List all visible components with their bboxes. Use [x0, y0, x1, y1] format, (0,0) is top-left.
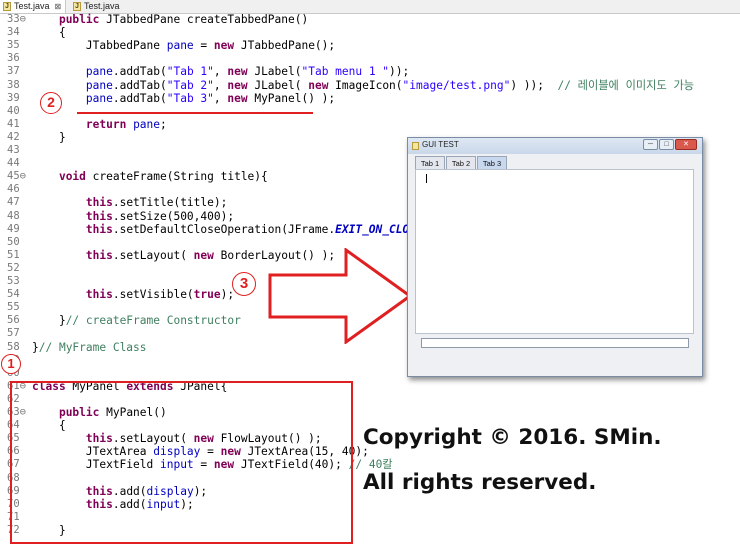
code-text: void createFrame(String title){ [58, 170, 268, 184]
code-text: JTabbedPane pane = new JTabbedPane(); [32, 39, 336, 53]
code-text: this.setSize(500,400); [85, 209, 235, 223]
editor-tab-label: Test.java [84, 1, 120, 11]
java-file-icon: J [73, 2, 81, 11]
code-text: this.setDefaultCloseOperation(JFrame.EXI… [85, 222, 436, 236]
line-number: 47 [7, 196, 20, 209]
code-text: } [32, 130, 66, 144]
line-number: 45⊖ [7, 170, 26, 183]
annotation-marker-3: 3 [232, 272, 256, 296]
line-number: 54 [7, 288, 20, 301]
line-number: 43 [7, 144, 20, 156]
tab-1[interactable]: Tab 1 [415, 156, 445, 169]
code-text: }// createFrame Constructor [32, 314, 241, 328]
right-arrow-annotation [268, 248, 413, 344]
code-text: this.setTitle(title); [85, 196, 228, 210]
line-number: 51 [7, 248, 20, 261]
line-number: 33⊖ [7, 13, 26, 25]
tab-3-selected[interactable]: Tab 3 [477, 156, 507, 169]
code-text: pane.addTab("Tab 3", new MyPanel() ); [85, 91, 336, 105]
line-number: 37 [7, 65, 20, 78]
java-app-icon [412, 142, 419, 150]
editor-tab-test-java[interactable]: J Test.java [70, 0, 124, 13]
editor-tab-bar: J Test.java ⊠ J Test.java [0, 0, 740, 14]
code-text: return pane; [85, 117, 167, 131]
annotation-marker-1: 1 [1, 354, 21, 374]
line-number: 49 [7, 222, 20, 235]
line-number: 36 [7, 52, 20, 65]
code-text: }// MyFrame Class [32, 340, 147, 354]
text-caret [426, 174, 427, 183]
line-number: 48 [7, 209, 20, 222]
line-number: 35 [7, 39, 20, 52]
underline-annotation [77, 112, 313, 114]
annotation-marker-2: 2 [40, 92, 62, 114]
line-number: 53 [7, 275, 20, 287]
code-text: pane.addTab("Tab 2", new JLabel( new Ima… [85, 78, 695, 92]
code-text: this.setVisible(true); [85, 288, 235, 302]
line-number: 41 [7, 117, 20, 130]
editor-tab-label: Test.java [14, 1, 50, 11]
tab-2[interactable]: Tab 2 [446, 156, 476, 169]
java-file-icon: J [3, 2, 11, 11]
gui-test-window: GUI TEST ─ □ ✕ Tab 1 Tab 2 Tab 3 [407, 137, 703, 377]
line-number: 52 [7, 261, 20, 274]
line-number: 34 [7, 26, 20, 39]
highlight-box-mypanel [10, 381, 353, 544]
text-area-display[interactable] [415, 169, 694, 334]
text-field-input[interactable] [421, 338, 689, 348]
line-number: 40 [7, 104, 20, 117]
line-number: 58 [7, 340, 20, 353]
copyright-line-1: Copyright © 2016. SMin. [363, 425, 662, 450]
line-number: 50 [7, 235, 20, 248]
editor-tab-test-java-active[interactable]: J Test.java ⊠ [0, 0, 67, 13]
close-tab-icon[interactable]: ⊠ [55, 0, 62, 13]
line-number: 39 [7, 91, 20, 104]
window-title-bar[interactable]: GUI TEST ─ □ ✕ [408, 138, 702, 154]
line-number: 42 [7, 130, 20, 143]
minimize-button[interactable]: ─ [643, 139, 658, 150]
line-number: 55 [7, 301, 20, 314]
line-number: 38 [7, 78, 20, 91]
line-number: 57 [7, 327, 20, 340]
code-text: pane.addTab("Tab 1", new JLabel("Tab men… [85, 65, 410, 79]
code-text: public JTabbedPane createTabbedPane() [58, 13, 309, 26]
window-title: GUI TEST [422, 140, 459, 149]
close-button[interactable]: ✕ [675, 139, 697, 150]
line-number: 56 [7, 314, 20, 327]
code-text: { [32, 26, 66, 40]
line-number: 44 [7, 157, 20, 170]
line-number: 46 [7, 183, 20, 196]
maximize-button[interactable]: □ [659, 139, 674, 150]
copyright-line-2: All rights reserved. [363, 470, 597, 495]
